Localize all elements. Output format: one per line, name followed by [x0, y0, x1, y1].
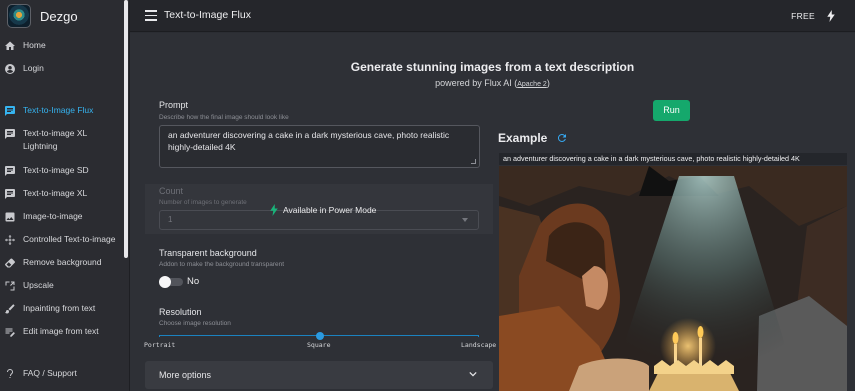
sidebar-item-label: Text-to-image SD	[23, 165, 89, 175]
example-title: Example	[498, 131, 548, 145]
hamburger-menu-icon[interactable]	[145, 10, 157, 21]
count-panel: Count Number of images to generate 1 Ava…	[145, 184, 493, 234]
prompt-value: an adventurer discovering a cake in a da…	[168, 130, 450, 152]
brand[interactable]: Dezgo	[7, 4, 78, 28]
sidebar-item-label: Text-to-image XL Lightning	[23, 128, 87, 151]
lightning-bolt-icon[interactable]	[827, 10, 835, 22]
prompt-help: Describe how the final image should look…	[159, 114, 289, 121]
sidebar-item-label: Controlled Text-to-image	[23, 234, 116, 244]
help-icon	[4, 368, 16, 380]
transparent-label: Transparent background	[159, 248, 257, 258]
resolution-help: Choose image resolution	[159, 320, 231, 327]
chevron-down-icon	[462, 218, 468, 222]
more-options-label: More options	[159, 370, 212, 380]
prompt-textarea[interactable]: an adventurer discovering a cake in a da…	[159, 125, 480, 168]
resolution-mark-portrait[interactable]: Portrait	[144, 341, 175, 349]
move-icon	[4, 234, 16, 246]
home-icon	[4, 40, 16, 52]
sidebar: Dezgo Home Login Text-to-Image Flux Text…	[0, 0, 130, 391]
run-button[interactable]: Run	[653, 100, 690, 121]
brush-icon	[4, 303, 16, 315]
image-icon	[4, 211, 16, 223]
resolution-slider-thumb[interactable]	[316, 332, 324, 340]
plan-label[interactable]: FREE	[791, 11, 815, 21]
main-content: Generate stunning images from a text des…	[130, 33, 855, 391]
sidebar-scrollbar[interactable]	[124, 0, 128, 258]
page-title: Text-to-Image Flux	[164, 9, 251, 21]
count-help: Number of images to generate	[159, 199, 247, 206]
transparent-toggle[interactable]	[159, 276, 185, 288]
generation-form: Prompt Describe how the final image shou…	[144, 33, 496, 391]
text-bubble-icon	[4, 165, 16, 177]
more-options-accordion[interactable]: More options	[145, 361, 493, 389]
text-bubble-icon	[4, 105, 16, 117]
chevron-down-icon	[469, 371, 477, 377]
text-bubble-icon	[4, 188, 16, 200]
prompt-label: Prompt	[159, 100, 189, 110]
resolution-label: Resolution	[159, 307, 202, 317]
power-mode-text: Available in Power Mode	[283, 205, 377, 215]
text-bubble-icon	[4, 128, 16, 140]
sidebar-item-label: Image-to-image	[23, 211, 83, 221]
license-link[interactable]: Apache 2	[517, 81, 547, 88]
transparent-help: Addon to make the background transparent	[159, 261, 285, 268]
sidebar-item-label: Text-to-image XL	[23, 188, 88, 198]
sidebar-item-label: Remove background	[23, 257, 102, 267]
lightning-bolt-icon	[270, 204, 278, 216]
sidebar-item-label: Upscale	[23, 280, 54, 290]
sidebar-item-label: Edit image from text	[23, 326, 99, 336]
sidebar-item-label: Text-to-Image Flux	[23, 105, 94, 115]
top-bar: Text-to-Image Flux FREE	[130, 0, 855, 32]
subline-suffix: )	[546, 78, 550, 88]
sidebar-item-label: FAQ / Support	[23, 368, 77, 378]
sidebar-item-label: Login	[23, 63, 44, 73]
edit-text-icon	[4, 326, 16, 338]
toggle-knob	[159, 276, 171, 288]
example-image	[499, 166, 847, 391]
sidebar-item-label: Home	[23, 40, 46, 50]
sidebar-item-label: Inpainting from text	[23, 303, 96, 313]
slider-tick	[478, 335, 479, 337]
transparent-value: No	[187, 276, 200, 287]
account-icon	[4, 63, 16, 75]
slider-tick	[159, 335, 160, 337]
dezgo-logo	[7, 4, 31, 28]
resolution-mark-square[interactable]: Square	[307, 341, 330, 349]
count-value: 1	[168, 215, 173, 224]
eraser-icon	[4, 257, 16, 269]
refresh-icon[interactable]	[556, 132, 568, 144]
resolution-mark-landscape[interactable]: Landscape	[461, 341, 496, 349]
upscale-icon	[4, 280, 16, 292]
textarea-resize-handle[interactable]	[471, 159, 476, 164]
example-caption: an adventurer discovering a cake in a da…	[499, 153, 847, 165]
count-label: Count	[159, 186, 184, 196]
power-mode-note[interactable]: Available in Power Mode	[270, 204, 376, 216]
app-name: Dezgo	[40, 8, 78, 24]
